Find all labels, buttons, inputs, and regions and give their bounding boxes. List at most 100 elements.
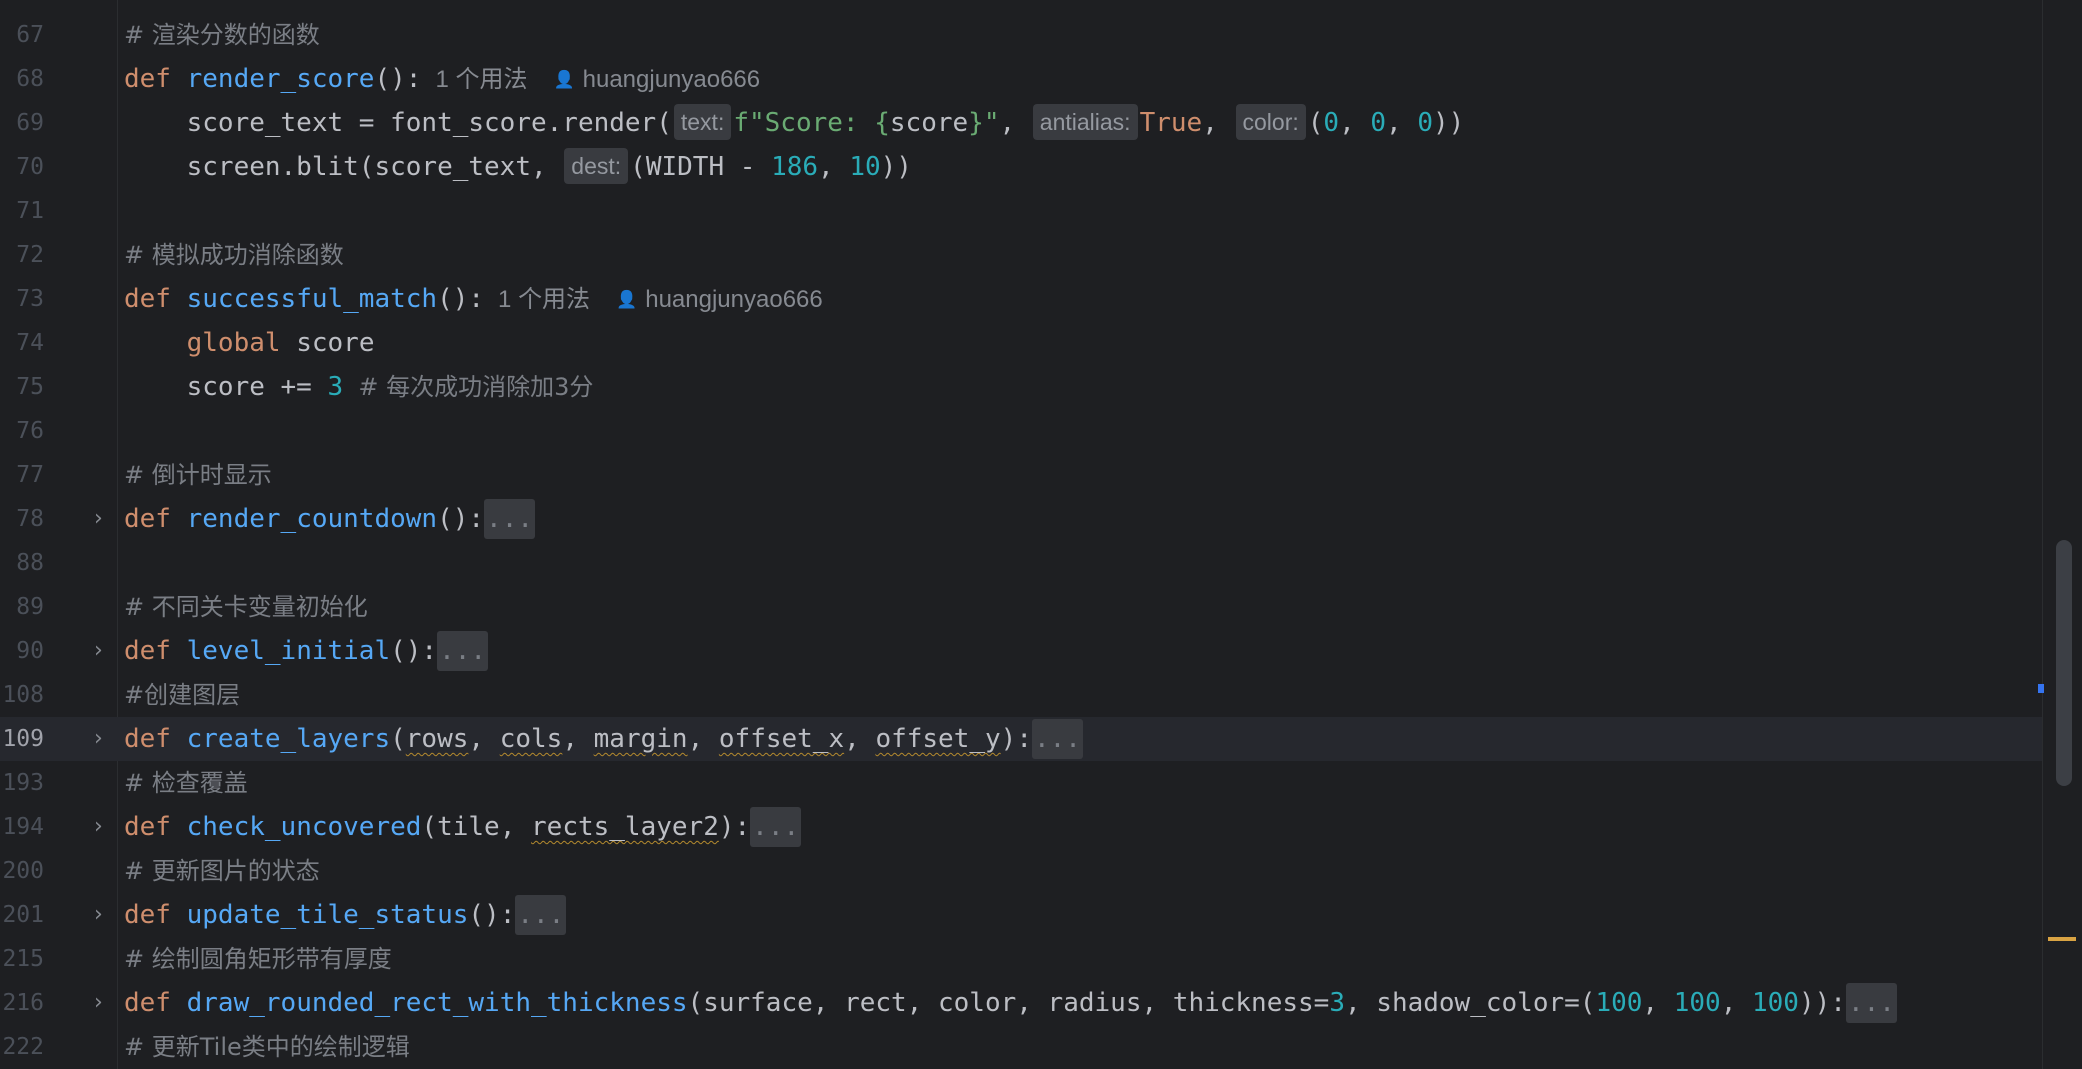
line-number: 67 [16, 22, 44, 48]
number-literal: 0 [1323, 108, 1340, 138]
line-number: 73 [16, 286, 44, 312]
chevron-right-icon[interactable]: › [94, 981, 103, 1025]
code-text: (): [468, 900, 516, 930]
code-line[interactable]: 215 # 绘制圆角矩形带有厚度 [0, 937, 2042, 981]
parameter-name: offset_x [718, 724, 845, 754]
number-literal: 186 [771, 152, 819, 182]
code-line[interactable]: 200 # 更新图片的状态 [0, 849, 2042, 893]
chevron-right-icon[interactable]: › [94, 717, 103, 761]
function-name: render_countdown [186, 504, 438, 534]
keyword: def [124, 284, 187, 314]
code-line[interactable]: 76 [0, 409, 2042, 453]
parameter-name: offset_y [875, 724, 1001, 754]
line-number: 89 [16, 594, 44, 620]
code-text: , [468, 724, 500, 754]
comment: # 每次成功消除加3分 [343, 373, 594, 401]
usages-inlay-link[interactable]: 1 个用法 [435, 66, 527, 93]
usages-inlay-link[interactable]: 1 个用法 [498, 286, 590, 313]
number-literal: 100 [1673, 988, 1721, 1018]
line-number: 194 [2, 814, 44, 840]
code-line-current[interactable]: 109 › def create_layers(rows, cols, marg… [0, 717, 2042, 761]
author-name: huangjunyao666 [645, 286, 823, 313]
code-line[interactable]: 73 def successful_match(): 1 个用法 👤 huangjun… [0, 277, 2042, 321]
code-line[interactable]: 108 #创建图层 [0, 673, 2042, 717]
function-name: level_initial [186, 636, 391, 666]
code-line[interactable]: 71 [0, 189, 2042, 233]
chevron-right-icon[interactable]: › [94, 893, 103, 937]
code-line[interactable]: 89 # 不同关卡变量初始化 [0, 585, 2042, 629]
code-text: , [1202, 108, 1234, 138]
author-inlay[interactable]: 👤 huangjunyao666 [553, 66, 760, 93]
function-name: successful_match [186, 284, 438, 314]
code-text: , [844, 724, 876, 754]
function-name: draw_rounded_rect_with_thickness [186, 988, 688, 1018]
code-line[interactable]: 216 › def draw_rounded_rect_with_thickne… [0, 981, 2042, 1025]
keyword: def [124, 636, 187, 666]
warning-stripe-marker[interactable] [2048, 937, 2076, 941]
code-text: (): [437, 284, 485, 314]
code-line[interactable]: 201 › def update_tile_status():... [0, 893, 2042, 937]
line-number: 70 [16, 154, 44, 180]
folded-code-placeholder[interactable]: ... [437, 631, 489, 671]
line-number: 108 [2, 682, 44, 708]
code-line[interactable]: 222 # 更新Tile类中的绘制逻辑 [0, 1025, 2042, 1069]
code-line[interactable]: 78 › def render_countdown():... [0, 497, 2042, 541]
code-text: ( [390, 724, 406, 754]
comment: # 更新Tile类中的绘制逻辑 [124, 1033, 410, 1061]
code-line[interactable]: 88 [0, 541, 2042, 585]
line-number: 216 [2, 990, 44, 1016]
code-line[interactable]: 68 def render_score(): 1 个用法 👤 huangjunyao6… [0, 57, 2042, 101]
folded-code-placeholder[interactable]: ... [1031, 719, 1083, 759]
code-text: )) [1433, 108, 1465, 138]
line-number: 69 [16, 110, 44, 136]
code-text: , [562, 724, 594, 754]
folded-code-placeholder[interactable]: ... [1845, 983, 1897, 1023]
code-text: )) [880, 152, 912, 182]
code-line[interactable]: 67 # 渲染分数的函数 [0, 13, 2042, 57]
folded-code-placeholder[interactable]: ... [484, 499, 536, 539]
line-number: 76 [16, 418, 44, 444]
code-line[interactable]: 194 › def check_uncovered(tile, rects_la… [0, 805, 2042, 849]
folded-code-placeholder[interactable]: ... [515, 895, 567, 935]
line-number: 90 [16, 638, 44, 664]
line-number: 201 [2, 902, 44, 928]
chevron-right-icon[interactable]: › [94, 497, 103, 541]
keyword: True [1139, 108, 1203, 138]
author-inlay[interactable]: 👤 huangjunyao666 [616, 286, 823, 313]
code-editor[interactable]: 67 # 渲染分数的函数 68 def render_score(): 1 个用法… [0, 0, 2082, 1069]
line-number: 200 [2, 858, 44, 884]
code-text: , [999, 108, 1031, 138]
comment: # 倒计时显示 [124, 461, 272, 489]
number-literal: 10 [849, 152, 881, 182]
keyword: def [124, 900, 187, 930]
line-number: 88 [16, 550, 44, 576]
function-name: render_score [186, 64, 375, 94]
code-line[interactable]: 75 score += 3 # 每次成功消除加3分 [0, 365, 2042, 409]
code-line[interactable]: 77 # 倒计时显示 [0, 453, 2042, 497]
code-text: (): [374, 64, 422, 94]
user-icon: 👤 [553, 70, 575, 89]
chevron-right-icon[interactable]: › [94, 805, 103, 849]
code-text: , shadow_color=( [1344, 988, 1596, 1018]
folded-code-placeholder[interactable]: ... [750, 807, 802, 847]
line-number: 71 [16, 198, 44, 224]
code-line[interactable]: 193 # 检查覆盖 [0, 761, 2042, 805]
comment: # 模拟成功消除函数 [124, 241, 344, 269]
code-line[interactable]: 69 score_text = font_score.render(text: f… [0, 101, 2042, 145]
comment: # 检查覆盖 [124, 769, 248, 797]
chevron-right-icon[interactable]: › [94, 629, 103, 673]
comment: # 更新图片的状态 [124, 857, 320, 885]
line-number: 75 [16, 374, 44, 400]
code-line[interactable]: 90 › def level_initial():... [0, 629, 2042, 673]
code-text: (surface, rect, color, radius, thickness… [687, 988, 1330, 1018]
code-text: screen.blit(score_text, [124, 152, 563, 182]
code-text: )): [1798, 988, 1846, 1018]
line-number: 68 [16, 66, 44, 92]
code-line[interactable]: 72 # 模拟成功消除函数 [0, 233, 2042, 277]
vertical-scrollbar-thumb[interactable] [2056, 540, 2072, 786]
code-line[interactable]: 74 global score [0, 321, 2042, 365]
parameter-hint: color: [1235, 104, 1306, 140]
code-text: score_text = font_score.render( [124, 108, 672, 138]
code-line[interactable]: 70 screen.blit(score_text, dest: (WIDTH -… [0, 145, 2042, 189]
keyword: def [124, 988, 187, 1018]
